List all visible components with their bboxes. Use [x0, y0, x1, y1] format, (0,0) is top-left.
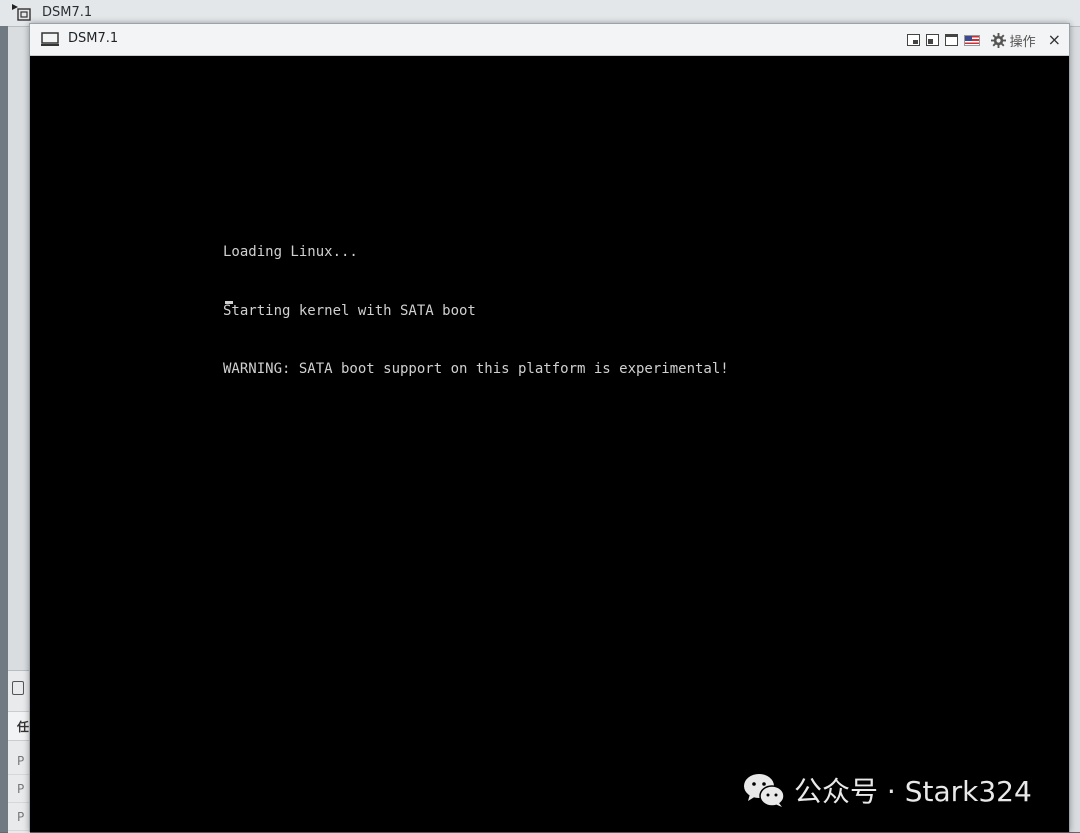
watermark-text: 公众号 · Stark324: [794, 775, 1032, 808]
console-toolbar: 操作 ×: [906, 30, 1061, 50]
gear-icon[interactable]: [990, 32, 1006, 48]
console-line: Starting kernel with SATA boot: [223, 302, 476, 319]
console-output: Loading Linux... Starting kernel with SA…: [223, 204, 729, 419]
text-cursor: [225, 301, 233, 304]
console-titlebar[interactable]: DSM7.1 操作 ×: [30, 24, 1069, 56]
watermark: 公众号 · Stark324: [742, 770, 1032, 810]
monitor-icon: [41, 32, 59, 46]
fit-guest-icon[interactable]: [925, 34, 939, 46]
list-item[interactable]: P: [8, 775, 30, 803]
vm-console-icon: [12, 4, 31, 21]
keyboard-layout-us-flag-icon[interactable]: [963, 34, 980, 46]
background-left-strip: [0, 26, 8, 832]
fullscreen-icon[interactable]: [944, 34, 958, 46]
background-tasks-panel: 任 P P P: [8, 670, 30, 833]
wechat-icon: [744, 774, 785, 807]
fit-window-icon[interactable]: [906, 34, 920, 46]
close-button[interactable]: ×: [1048, 32, 1061, 48]
actions-menu-button[interactable]: 操作: [1010, 31, 1036, 50]
background-window-title: DSM7.1: [42, 5, 93, 20]
console-screen[interactable]: Loading Linux... Starting kernel with SA…: [30, 56, 1069, 832]
tasks-panel-header: 任: [8, 711, 30, 741]
vm-console-window: DSM7.1 操作 × Loading Linux... Starting ke…: [29, 23, 1070, 832]
console-window-title: DSM7.1: [68, 31, 119, 46]
clipboard-icon[interactable]: [12, 681, 24, 695]
list-item[interactable]: P: [8, 803, 30, 831]
console-line: Loading Linux...: [223, 244, 358, 260]
list-item[interactable]: P: [8, 747, 30, 775]
console-line: WARNING: SATA boot support on this platf…: [223, 361, 729, 377]
